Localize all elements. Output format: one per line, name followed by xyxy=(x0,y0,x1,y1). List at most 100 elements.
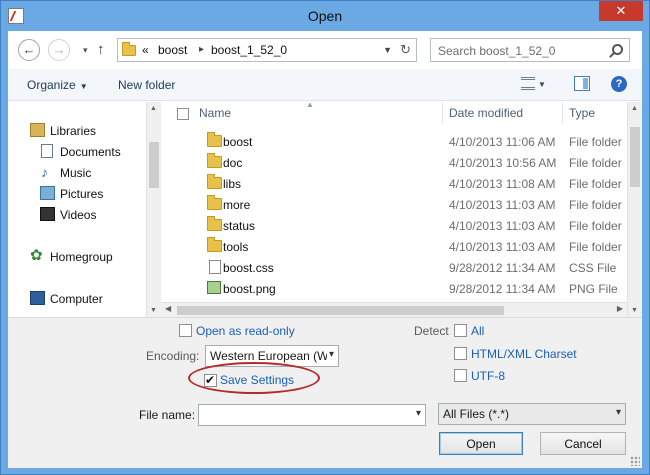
refresh-icon[interactable]: ↻ xyxy=(400,42,411,58)
table-row[interactable]: tools 4/10/2013 11:03 AM File folder xyxy=(161,236,626,257)
open-readonly-checkbox[interactable] xyxy=(179,324,192,337)
file-list-horizontal-scrollbar[interactable]: ◀ ▶ xyxy=(161,302,627,317)
folder-icon xyxy=(207,132,222,147)
file-name: libs xyxy=(223,177,242,191)
chevron-down-icon: ▾ xyxy=(615,407,621,418)
folder-icon xyxy=(207,237,222,252)
up-arrow-icon[interactable]: ↑ xyxy=(97,41,105,58)
organize-button[interactable]: Organize ▼ xyxy=(27,78,88,92)
detect-all-checkbox[interactable] xyxy=(454,324,467,337)
select-all-checkbox[interactable] xyxy=(177,108,189,120)
utf8-checkbox[interactable] xyxy=(454,369,467,382)
chevron-down-icon: ▼ xyxy=(79,82,88,91)
nav-pane-scrollbar[interactable]: ▲ ▼ xyxy=(146,102,161,317)
scroll-left-icon[interactable]: ◀ xyxy=(165,304,171,313)
cancel-button[interactable]: Cancel xyxy=(540,432,626,455)
nav-item-label: Music xyxy=(60,166,92,180)
file-date: 4/10/2013 11:03 AM xyxy=(449,240,556,254)
file-name-input[interactable]: ▾ xyxy=(198,404,426,426)
file-name: tools xyxy=(223,240,249,254)
videos-icon xyxy=(40,207,55,221)
file-list: ▲ Name Date modified Type boost 4/10/201… xyxy=(161,102,626,317)
scroll-up-icon[interactable]: ▲ xyxy=(150,105,157,112)
column-header-type[interactable]: Type xyxy=(563,102,626,124)
file-type-select[interactable]: All Files (*.*) ▾ xyxy=(438,403,626,425)
open-dialog-window: Open ✕ ← → ▾ ↑ « boost ▸ boost_1_52_0 ▼ … xyxy=(0,0,650,475)
png-file-icon xyxy=(207,281,221,294)
scroll-down-icon[interactable]: ▼ xyxy=(150,307,157,314)
utf8-label[interactable]: UTF-8 xyxy=(471,369,505,383)
detect-all-label[interactable]: All xyxy=(471,324,484,338)
chevron-down-icon[interactable]: ▾ xyxy=(416,408,421,419)
chevron-down-icon[interactable]: ▼ xyxy=(538,80,546,89)
navigation-pane: Libraries Documents ♪ Music Pictures Vid… xyxy=(8,102,160,317)
folder-icon xyxy=(207,195,222,210)
address-bar[interactable]: « boost ▸ boost_1_52_0 ▼ ↻ xyxy=(117,38,417,62)
new-folder-button[interactable]: New folder xyxy=(118,78,175,92)
dialog-options-area: Open as read-only Detect All Encoding: W… xyxy=(8,317,642,468)
file-type: File folder xyxy=(569,135,622,149)
file-type: CSS File xyxy=(569,261,617,275)
pictures-icon xyxy=(40,186,55,200)
breadcrumb-separator-icon[interactable]: ▸ xyxy=(199,44,204,55)
nav-item-label: Libraries xyxy=(50,124,97,138)
folder-icon xyxy=(207,174,222,189)
file-name: boost.css xyxy=(223,261,274,275)
table-row[interactable]: libs 4/10/2013 11:08 AM File folder xyxy=(161,173,626,194)
encoding-value: Western European (W xyxy=(210,349,329,363)
close-button[interactable]: ✕ xyxy=(599,1,643,21)
file-date: 4/10/2013 11:03 AM xyxy=(449,198,556,212)
file-date: 9/28/2012 11:34 AM xyxy=(449,282,556,296)
html-xml-charset-checkbox[interactable] xyxy=(454,347,467,360)
table-row[interactable]: boost 4/10/2013 11:06 AM File folder xyxy=(161,131,626,152)
file-type: File folder xyxy=(569,198,622,212)
open-readonly-label[interactable]: Open as read-only xyxy=(196,324,295,338)
window-title: Open xyxy=(307,8,343,24)
scrollbar-thumb[interactable] xyxy=(177,306,504,315)
file-type: File folder xyxy=(569,219,622,233)
nav-item-label: Videos xyxy=(60,208,97,222)
column-header-name[interactable]: ▲ Name xyxy=(161,102,443,124)
resize-grip[interactable] xyxy=(630,456,640,466)
open-button[interactable]: Open xyxy=(439,432,523,455)
scroll-right-icon[interactable]: ▶ xyxy=(617,304,623,313)
chevron-down-icon: ▾ xyxy=(326,349,334,360)
file-name-label: File name: xyxy=(139,408,196,422)
table-row[interactable]: doc 4/10/2013 10:56 AM File folder xyxy=(161,152,626,173)
nav-item-label: Homegroup xyxy=(50,250,113,264)
file-type-value: All Files (*.*) xyxy=(443,407,510,421)
file-name: boost xyxy=(223,135,253,149)
search-input[interactable]: Search boost_1_52_0 xyxy=(430,38,630,62)
scroll-up-icon[interactable]: ▲ xyxy=(631,105,638,112)
scrollbar-thumb[interactable] xyxy=(630,127,640,187)
search-icon[interactable] xyxy=(612,44,623,55)
table-row[interactable]: boost.png 9/28/2012 11:34 AM PNG File xyxy=(161,278,626,299)
music-icon: ♪ xyxy=(41,164,48,180)
computer-icon xyxy=(30,291,45,305)
scrollbar-thumb[interactable] xyxy=(149,142,159,188)
title-bar[interactable]: Open ✕ xyxy=(1,1,649,31)
scroll-down-icon[interactable]: ▼ xyxy=(631,307,638,314)
forward-button[interactable]: → xyxy=(48,39,70,61)
html-xml-charset-label[interactable]: HTML/XML Charset xyxy=(471,347,577,361)
chevron-down-icon[interactable]: ▼ xyxy=(383,45,392,55)
file-date: 9/28/2012 11:34 AM xyxy=(449,261,556,275)
back-button[interactable]: ← xyxy=(18,39,40,61)
recent-locations-icon[interactable]: ▾ xyxy=(83,45,88,56)
view-options-icon[interactable] xyxy=(521,77,535,90)
file-list-vertical-scrollbar[interactable]: ▲ ▼ xyxy=(627,102,642,317)
table-row[interactable]: more 4/10/2013 11:03 AM File folder xyxy=(161,194,626,215)
address-history-icon[interactable]: « xyxy=(142,43,149,57)
column-header-date[interactable]: Date modified xyxy=(443,102,563,124)
help-icon[interactable]: ? xyxy=(611,76,627,92)
sort-ascending-icon: ▲ xyxy=(306,102,314,109)
libraries-icon xyxy=(30,123,45,137)
organize-label: Organize xyxy=(27,78,76,92)
table-row[interactable]: boost.css 9/28/2012 11:34 AM CSS File xyxy=(161,257,626,278)
preview-pane-icon[interactable] xyxy=(574,76,590,91)
table-row[interactable]: status 4/10/2013 11:03 AM File folder xyxy=(161,215,626,236)
breadcrumb-boost-1-52-0[interactable]: boost_1_52_0 xyxy=(211,43,287,57)
command-bar: Organize ▼ New folder ▼ ? xyxy=(8,69,642,101)
nav-item-label: Pictures xyxy=(60,187,104,201)
breadcrumb-boost[interactable]: boost xyxy=(158,43,187,57)
